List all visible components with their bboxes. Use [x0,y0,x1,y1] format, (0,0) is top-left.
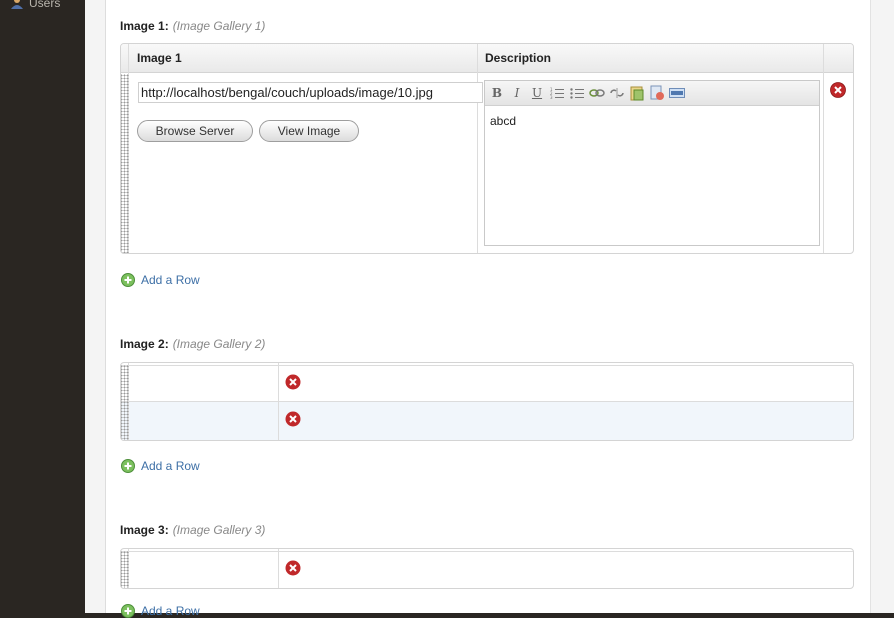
field-label-image1: Image 1: (Image Gallery 1) [120,19,265,33]
row-drag-handle[interactable] [121,74,129,253]
source-icon[interactable] [669,85,685,101]
add-icon [121,604,135,618]
browse-server-button[interactable]: Browse Server [137,120,253,142]
repeatable-table-image2 [120,362,854,441]
underline-icon[interactable]: U [529,85,545,101]
field-sublabel: (Image Gallery 3) [172,523,266,537]
field-sublabel: (Image Gallery 2) [172,337,266,351]
link-icon[interactable] [589,85,605,101]
divider [278,363,279,440]
add-row-label: Add a Row [141,604,200,618]
bold-icon[interactable]: B [489,85,505,101]
repeatable-table-image3 [120,548,854,589]
divider [477,44,478,253]
add-row-label: Add a Row [141,273,200,287]
row-drag-handle[interactable] [121,365,129,440]
bulleted-list-icon[interactable] [569,85,585,101]
field-label-text: Image 1: [120,19,169,33]
add-row-label: Add a Row [141,459,200,473]
paste-word-icon[interactable] [629,85,645,101]
image-url-input[interactable] [138,82,483,103]
numbered-list-icon[interactable]: 123 [549,85,565,101]
add-row-link[interactable]: Add a Row [121,273,200,287]
scroll-gutter [870,0,894,613]
italic-icon[interactable]: I [509,85,525,101]
divider [121,401,853,402]
sidebar: Users [0,0,85,613]
editor-content[interactable]: abcd [485,106,819,136]
sidebar-item-label: Users [29,0,61,10]
description-editor[interactable]: B I U 123 abcd [484,80,820,246]
delete-row-icon[interactable] [285,560,301,576]
field-label-text: Image 3: [120,523,169,537]
delete-row-icon[interactable] [285,411,301,427]
divider [278,549,279,588]
delete-row-icon[interactable] [285,374,301,390]
unlink-icon[interactable] [609,85,625,101]
table-row [121,402,853,440]
spellcheck-icon[interactable] [649,85,665,101]
row-drag-handle[interactable] [121,551,129,588]
column-header-description: Description [485,51,552,65]
delete-row-icon[interactable] [830,82,846,98]
view-image-button[interactable]: View Image [259,120,359,142]
users-icon [11,0,23,9]
column-header-image1: Image 1 [137,51,182,65]
add-row-link[interactable]: Add a Row [121,459,200,473]
add-icon [121,459,135,473]
sidebar-item-users[interactable]: Users [10,0,60,10]
add-icon [121,273,135,287]
field-label-text: Image 2: [120,337,169,351]
editor-toolbar: B I U 123 [485,81,819,106]
divider [121,551,853,552]
divider [823,44,824,253]
field-label-image3: Image 3: (Image Gallery 3) [120,523,265,537]
divider [121,365,853,366]
field-label-image2: Image 2: (Image Gallery 2) [120,337,265,351]
svg-text:3: 3 [550,95,553,99]
field-sublabel: (Image Gallery 1) [172,19,266,33]
add-row-link[interactable]: Add a Row [121,604,200,618]
